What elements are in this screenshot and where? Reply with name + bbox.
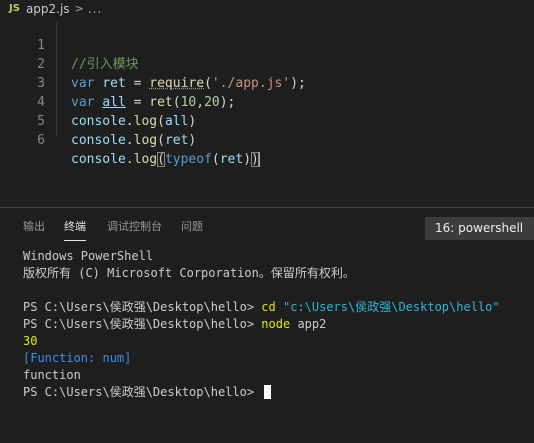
function-token: log (133, 152, 158, 167)
terminal-prompt: PS C:\Users\侯政强\Desktop\hello> (23, 300, 262, 314)
terminal-line: 30 (23, 334, 38, 348)
function-token: log (133, 133, 158, 148)
variable-token: ret (219, 152, 244, 167)
dot-token: . (125, 133, 134, 148)
variable-token: ret (164, 133, 189, 148)
terminal-selector[interactable]: 16: powershell (425, 217, 534, 240)
terminal-argument: app2 (297, 317, 327, 331)
breadcrumb-file[interactable]: app2.js (26, 2, 70, 16)
terminal-line: PS C:\Users\侯政强\Desktop\hello> node app2 (23, 316, 528, 333)
tab-output[interactable]: 输出 (23, 218, 45, 238)
terminal-argument: "c:\Users\侯政强\Desktop\hello" (282, 300, 500, 314)
code-line-1[interactable]: 1 //引入模块 (0, 17, 534, 72)
terminal-output[interactable]: Windows PowerShell 版权所有 (C) Microsoft Co… (23, 248, 528, 401)
dot-token: . (125, 152, 134, 167)
terminal-line: PS C:\Users\侯政强\Desktop\hello> (23, 384, 528, 401)
paren-token: ( (157, 133, 165, 148)
panel-tabs: 输出 终端 调试控制台 问题 16: powershell (0, 208, 534, 245)
tab-debug-console[interactable]: 调试控制台 (107, 218, 162, 238)
text-cursor (258, 152, 260, 167)
terminal-prompt: PS C:\Users\侯政强\Desktop\hello> (23, 317, 262, 331)
vscode-window: JS app2.js > ... 1 //引入模块 2 var ret = re… (0, 0, 534, 443)
terminal-command: cd (261, 300, 276, 314)
breadcrumb: JS app2.js > ... (0, 0, 534, 17)
code-line-3[interactable]: 3 var all = ret(10,20); (0, 55, 534, 110)
paren-token: ) (188, 133, 197, 148)
terminal-line: PS C:\Users\侯政强\Desktop\hello> cd "c:\Us… (23, 299, 528, 316)
code-line-5[interactable]: 5 console.log(ret) (0, 93, 534, 148)
tab-terminal[interactable]: 终端 (64, 218, 86, 241)
terminal-line: Windows PowerShell (23, 249, 154, 263)
code-line-6[interactable]: 6 console.log(typeof(ret)) (0, 112, 534, 167)
breadcrumb-more[interactable]: ... (88, 2, 102, 16)
object-token: console (71, 133, 126, 148)
terminal-line: 版权所有 (C) Microsoft Corporation。保留所有权利。 (23, 266, 355, 280)
paren-token: ) (243, 152, 252, 167)
paren-token: ( (211, 152, 220, 167)
chevron-right-icon: > (74, 2, 84, 15)
keyword-token: typeof (164, 152, 212, 167)
tab-problems[interactable]: 问题 (181, 218, 203, 238)
terminal-cursor (264, 385, 272, 399)
bottom-panel: 输出 终端 调试控制台 问题 16: powershell Windows Po… (0, 207, 534, 443)
bracket-match: ( (157, 152, 165, 167)
javascript-file-icon: JS (9, 3, 20, 14)
code-line-2[interactable]: 2 var ret = require('./app.js'); (0, 36, 534, 91)
terminal-prompt: PS C:\Users\侯政强\Desktop\hello> (23, 385, 262, 399)
code-editor[interactable]: 1 //引入模块 2 var ret = require('./app.js')… (0, 17, 534, 207)
terminal-line: function (23, 368, 81, 382)
object-token: console (71, 152, 126, 167)
bracket-match: ) (251, 152, 259, 167)
line-number: 6 (37, 133, 45, 148)
terminal-line: [Function: num] (23, 351, 132, 365)
code-line-4[interactable]: 4 console.log(all) (0, 74, 534, 129)
terminal-command: node (261, 317, 291, 331)
